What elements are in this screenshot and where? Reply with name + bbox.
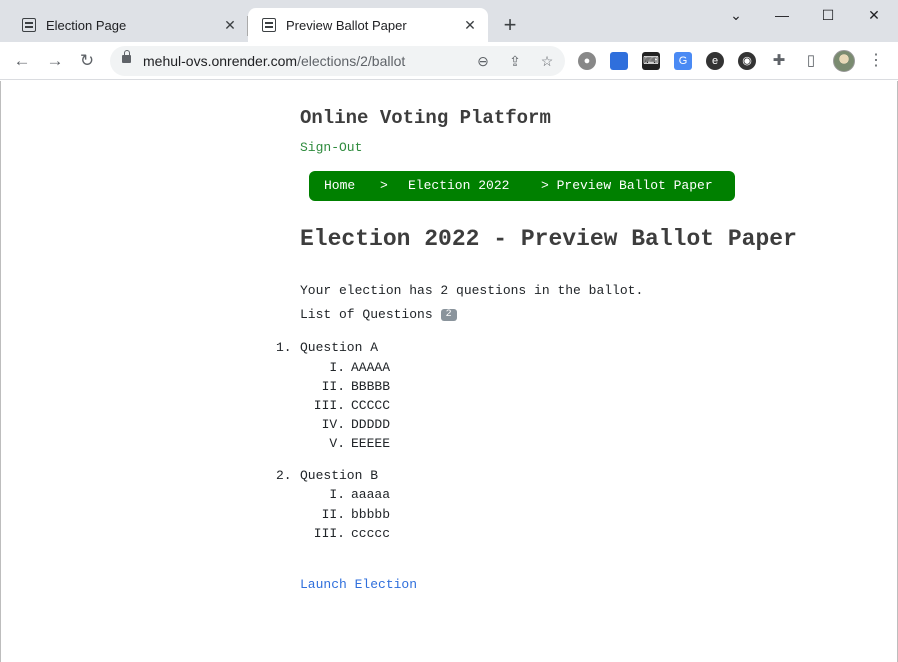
list-item-option: III. CCCCC [0,398,898,416]
chevron-down-icon[interactable]: ⌄ [722,4,750,26]
breadcrumb: Home > Election 2022 > Preview Ballot Pa… [309,171,735,201]
launch-election-link[interactable]: Launch Election [300,577,417,592]
url-text: mehul-ovs.onrender.com/elections/2/ballo… [143,53,405,69]
extension-translate-icon[interactable]: G [674,52,692,70]
url-host: mehul-ovs.onrender.com [143,53,298,69]
browser-toolbar: ← → ↻ mehul-ovs.onrender.com/elections/2… [0,42,898,80]
breadcrumb-election[interactable]: Election 2022 [408,178,509,193]
option-number: III. [313,398,345,413]
minimize-icon[interactable]: — [768,4,796,26]
share-icon[interactable]: ⇪ [505,51,525,71]
tab-preview-ballot[interactable]: Preview Ballot Paper ✕ [248,8,488,42]
questions-list-label: List of Questions [300,307,433,322]
tab-title: Election Page [46,17,127,33]
tab-strip: Election Page ✕ Preview Ballot Paper ✕ +… [0,0,898,42]
list-item-option: IV. DDDDD [0,417,898,435]
question-number: 1. [276,340,292,355]
list-item-option: V. EEEEE [0,436,898,454]
arrow-left-icon[interactable]: ← [12,51,32,71]
ballot-summary: Your election has 2 questions in the bal… [300,283,644,298]
sign-out-link[interactable]: Sign-Out [300,140,362,155]
option-text: DDDDD [351,417,391,432]
url-path: /elections/2/ballot [297,53,406,69]
puzzle-icon[interactable]: ✚ [770,52,788,70]
list-item-option: III. ccccc [0,526,898,544]
close-tab-icon[interactable]: ✕ [462,17,478,33]
list-item-question: 1. Question A [0,340,898,358]
questions-list-header: List of Questions 2 [300,307,457,322]
extension-camera-icon[interactable]: ◉ [738,52,756,70]
option-number: IV. [321,417,345,432]
question-count-badge: 2 [440,308,457,321]
page-title: Election 2022 - Preview Ballot Paper [300,226,797,252]
extension-keyboard-icon[interactable]: ⌨ [642,52,660,70]
extension-e-icon[interactable]: e [706,52,724,70]
list-item-question: 2. Question B [0,468,898,486]
option-text: bbbbb [351,507,391,522]
arrow-right-icon[interactable]: → [45,51,65,71]
tab-title: Preview Ballot Paper [286,17,407,33]
reload-icon[interactable]: ↻ [77,51,97,71]
option-number: I. [329,360,345,375]
option-number: I. [329,487,345,502]
page-favicon-icon [22,18,36,32]
option-number: V. [329,436,345,451]
maximize-icon[interactable]: ☐ [814,4,842,26]
option-number: II. [321,379,345,394]
list-item-option: I. AAAAA [0,360,898,378]
breadcrumb-separator: > [380,178,388,193]
address-bar[interactable]: mehul-ovs.onrender.com/elections/2/ballo… [110,46,565,76]
avatar[interactable] [833,50,855,72]
extension-calendar-icon[interactable] [610,52,628,70]
option-text: ccccc [351,526,391,541]
list-item-option: I. aaaaa [0,487,898,505]
breadcrumb-home[interactable]: Home [324,178,355,193]
lock-icon [122,50,131,63]
question-number: 2. [276,468,292,483]
option-text: AAAAA [351,360,391,375]
list-item-option: II. BBBBB [0,379,898,397]
option-text: BBBBB [351,379,391,394]
question-title: Question B [300,468,379,483]
side-panel-icon[interactable]: ▯ [802,52,820,70]
option-text: CCCCC [351,398,391,413]
zoom-icon[interactable]: ⊖ [473,51,493,71]
close-window-icon[interactable]: ✕ [860,4,888,26]
page-favicon-icon [262,18,276,32]
option-text: EEEEE [351,436,391,451]
option-number: III. [313,526,345,541]
star-icon[interactable]: ☆ [537,51,557,71]
question-title: Question A [300,340,379,355]
tab-election-page[interactable]: Election Page ✕ [8,8,248,42]
option-text: aaaaa [351,487,391,502]
brand-title: Online Voting Platform [300,107,551,129]
extension-film-icon[interactable]: ● [578,52,596,70]
close-tab-icon[interactable]: ✕ [222,17,238,33]
page-content: Online Voting Platform Sign-Out Home > E… [0,81,898,662]
list-item-option: II. bbbbb [0,507,898,525]
option-number: II. [321,507,345,522]
new-tab-icon[interactable]: + [500,14,520,38]
three-dots-icon[interactable]: ⋮ [866,51,886,71]
breadcrumb-current: > Preview Ballot Paper [541,178,713,193]
